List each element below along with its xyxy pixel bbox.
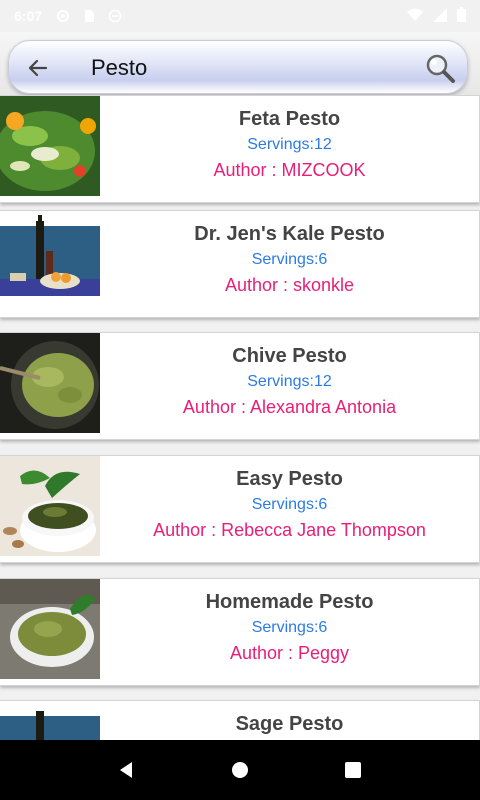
triangle-back-icon	[119, 762, 132, 778]
recipe-info: Sage Pesto	[100, 701, 479, 740]
recipe-card[interactable]: Sage Pesto	[0, 700, 480, 740]
recipe-info: Homemade Pesto Servings:6 Author : Peggy	[100, 579, 479, 685]
search-bar: Pesto	[8, 40, 468, 94]
status-bar: 6:07	[0, 0, 480, 32]
nav-back-button[interactable]	[107, 750, 147, 790]
recipe-title: Feta Pesto	[238, 108, 341, 130]
recipe-thumbnail	[0, 701, 100, 740]
recipe-info: Dr. Jen's Kale Pesto Servings:6 Author :…	[100, 211, 479, 317]
search-header: Pesto	[0, 32, 480, 98]
recipe-card[interactable]: Chive Pesto Servings:12 Author : Alexand…	[0, 332, 480, 440]
status-right	[407, 7, 466, 25]
recipe-card[interactable]: Homemade Pesto Servings:6 Author : Peggy	[0, 578, 480, 686]
recipe-author: Author : Alexandra Antonia	[182, 397, 397, 417]
recipe-servings: Servings:12	[247, 373, 332, 390]
recipe-title: Chive Pesto	[232, 345, 347, 367]
recipe-author: Author : skonkle	[224, 275, 355, 295]
settings-status-icon	[56, 9, 70, 23]
recipe-title: Easy Pesto	[236, 468, 343, 490]
recipe-author: Author : MIZCOOK	[213, 160, 366, 180]
magnifier-icon	[426, 54, 455, 83]
recipe-thumbnail	[0, 211, 100, 317]
recipe-card[interactable]: Easy Pesto Servings:6 Author : Rebecca J…	[0, 455, 480, 563]
recipe-author: Author : Rebecca Jane Thompson	[153, 520, 426, 540]
no-disturb-status-icon	[108, 9, 122, 23]
recipe-info: Easy Pesto Servings:6 Author : Rebecca J…	[100, 456, 479, 562]
navigation-bar	[0, 740, 480, 800]
recipe-title: Dr. Jen's Kale Pesto	[194, 223, 385, 245]
recipe-info: Chive Pesto Servings:12 Author : Alexand…	[100, 333, 479, 439]
circle-home-icon	[231, 762, 248, 778]
recipe-info: Feta Pesto Servings:12 Author : MIZCOOK	[100, 96, 479, 202]
nav-recents-button[interactable]	[333, 750, 373, 790]
recipe-list[interactable]: Feta Pesto Servings:12 Author : MIZCOOK …	[0, 95, 480, 740]
recipe-author: Author : Peggy	[229, 643, 350, 663]
recipe-servings: Servings:6	[251, 619, 328, 636]
recipe-thumbnail	[0, 579, 100, 685]
recipe-card[interactable]: Feta Pesto Servings:12 Author : MIZCOOK	[0, 95, 480, 203]
recipe-thumbnail	[0, 456, 100, 562]
signal-icon	[433, 7, 447, 25]
recipe-card[interactable]: Dr. Jen's Kale Pesto Servings:6 Author :…	[0, 210, 480, 318]
recipe-thumbnail	[0, 333, 100, 439]
recipe-thumbnail	[0, 96, 100, 202]
wifi-icon	[407, 8, 423, 25]
sd-card-status-icon	[82, 9, 96, 23]
recipe-servings: Servings:6	[251, 251, 328, 268]
square-recents-icon	[345, 762, 362, 778]
status-time: 6:07	[14, 8, 43, 24]
search-input[interactable]: Pesto	[91, 53, 147, 83]
nav-home-button[interactable]	[220, 750, 260, 790]
arrow-back-icon	[28, 59, 48, 77]
recipe-servings: Servings:6	[251, 496, 328, 513]
recipe-servings: Servings:12	[247, 136, 332, 153]
search-button[interactable]	[421, 49, 459, 87]
recipe-title: Sage Pesto	[235, 713, 344, 735]
recipe-title: Homemade Pesto	[205, 591, 374, 613]
battery-icon	[457, 7, 466, 25]
back-button[interactable]	[23, 53, 53, 83]
